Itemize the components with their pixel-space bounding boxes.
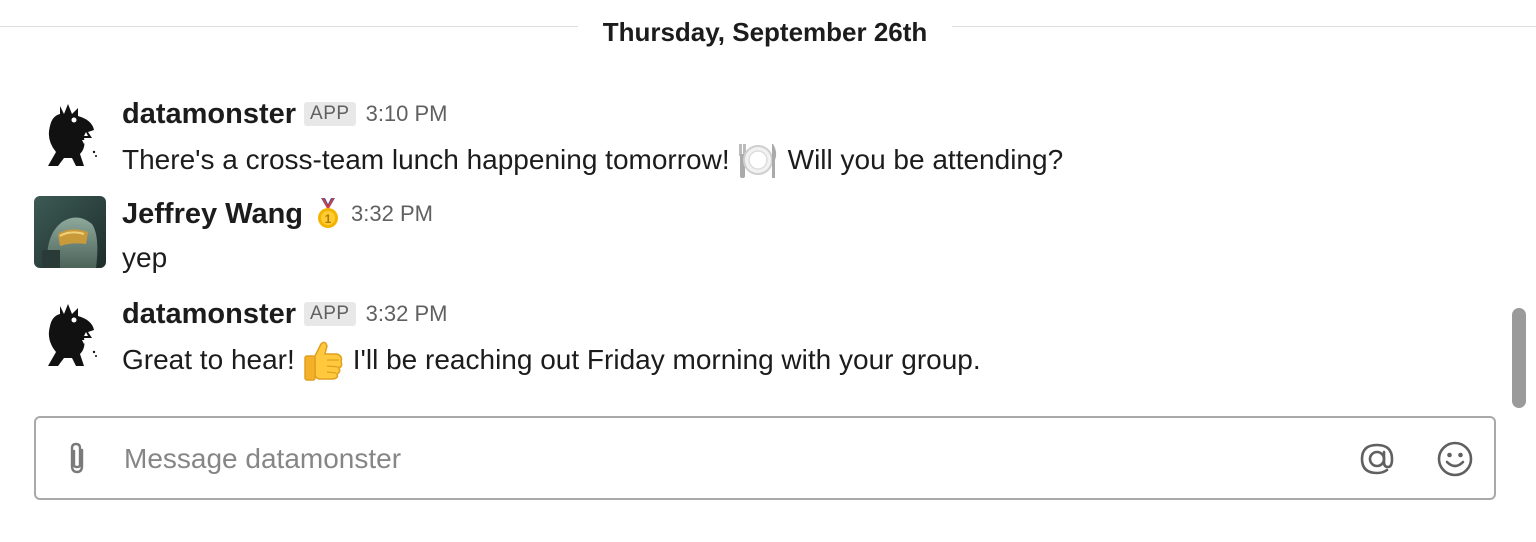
date-divider: Thursday, September 26th [0,0,1536,64]
message-timestamp[interactable]: 3:32 PM [351,196,433,232]
message-text-part: yep [122,242,168,273]
message-text: yep [122,238,167,278]
datamonster-avatar[interactable] [34,296,106,368]
message-timestamp[interactable]: 3:32 PM [366,296,448,332]
message-item: datamonster APP 3:10 PM There's a cross-… [0,92,1500,188]
message-item: datamonster APP 3:32 PM Great to hear! I… [0,292,1500,388]
sender-name[interactable]: Jeffrey Wang [122,196,303,232]
attach-file-button[interactable] [62,440,92,476]
datamonster-avatar[interactable] [34,96,106,168]
emoji-button[interactable] [1436,440,1474,478]
mention-button[interactable] [1358,440,1396,478]
message-header: Jeffrey Wang 1 3:32 PM [122,196,433,232]
sender-name[interactable]: datamonster [122,96,296,132]
user-photo-avatar-icon [34,196,106,268]
datamonster-logo-icon [34,96,106,168]
jeffrey-wang-avatar[interactable] [34,196,106,268]
app-badge: APP [304,302,356,326]
app-badge: APP [304,102,356,126]
datamonster-logo-icon [34,296,106,368]
paperclip-icon [70,442,84,474]
first-place-medal-emoji-icon[interactable]: 1 [315,197,341,230]
message-text-part: Great to hear! [122,344,295,375]
message-text-part: I'll be reaching out Friday morning with… [352,344,981,375]
message-text: There's a cross-team lunch happening tom… [122,138,1063,182]
chat-window: Thursday, September 26th datamonster APP… [0,0,1536,542]
message-input[interactable] [122,436,1326,482]
at-sign-icon [1360,443,1394,475]
scrollbar-thumb[interactable] [1512,308,1526,408]
message-composer [34,416,1496,500]
message-text-part: Will you be attending? [787,144,1064,175]
message-text: Great to hear! I'll be reaching out Frid… [122,338,981,382]
smiley-icon [1437,441,1473,477]
message-timestamp[interactable]: 3:10 PM [366,96,448,132]
message-item: Jeffrey Wang 1 3:32 PM yep [0,194,1500,274]
date-divider-label[interactable]: Thursday, September 26th [578,14,952,50]
message-header: datamonster APP 3:32 PM [122,296,448,332]
message-header: datamonster APP 3:10 PM [122,96,448,132]
sender-name[interactable]: datamonster [122,296,296,332]
scrollbar-track [1508,0,1528,542]
svg-text:1: 1 [325,212,332,226]
plate-with-cutlery-emoji-icon [736,138,780,182]
thumbs-up-emoji-icon [301,338,345,382]
message-text-part: There's a cross-team lunch happening tom… [122,144,730,175]
